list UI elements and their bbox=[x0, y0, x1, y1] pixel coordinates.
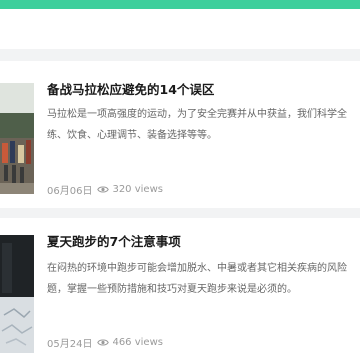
article-title[interactable]: 备战马拉松应避免的14个误区 bbox=[47, 82, 214, 98]
article-excerpt: 在闷热的环境中跑步可能会增加脱水、中暑或者其它相关疾病的风险 题，掌握一些预防措… bbox=[47, 258, 360, 300]
excerpt-line: 题，掌握一些预防措施和技巧对夏天跑步来说是必须的。 bbox=[47, 284, 297, 295]
article-thumbnail[interactable] bbox=[0, 235, 34, 353]
article-views: 466 views bbox=[112, 337, 163, 348]
eye-icon bbox=[97, 338, 110, 347]
excerpt-line: 练、饮食、心理调节、装备选择等等。 bbox=[47, 130, 217, 141]
article-excerpt: 马拉松是一项高强度的运动，为了安全完赛并从中获益，我们科学全 练、饮食、心理调节… bbox=[47, 104, 360, 146]
article-views: 320 views bbox=[112, 184, 163, 195]
accent-bar bbox=[0, 0, 360, 9]
top-bar bbox=[0, 9, 360, 49]
excerpt-line: 马拉松是一项高强度的运动，为了安全完赛并从中获益，我们科学全 bbox=[47, 109, 347, 120]
article-meta: 05月24日 466 views bbox=[47, 335, 163, 350]
article-date: 05月24日 bbox=[47, 339, 93, 350]
page: 备战马拉松应避免的14个误区 马拉松是一项高强度的运动，为了安全完赛并从中获益，… bbox=[0, 0, 360, 360]
article-title[interactable]: 夏天跑步的7个注意事项 bbox=[47, 234, 181, 250]
article-meta: 06月06日 320 views bbox=[47, 182, 163, 197]
article-thumbnail[interactable] bbox=[0, 83, 34, 194]
article-card[interactable]: 备战马拉松应避免的14个误区 马拉松是一项高强度的运动，为了安全完赛并从中获益，… bbox=[0, 61, 360, 208]
eye-icon bbox=[97, 185, 110, 194]
article-date: 06月06日 bbox=[47, 186, 93, 197]
article-card[interactable]: 夏天跑步的7个注意事项 在闷热的环境中跑步可能会增加脱水、中暑或者其它相关疾病的… bbox=[0, 218, 360, 360]
excerpt-line: 在闷热的环境中跑步可能会增加脱水、中暑或者其它相关疾病的风险 bbox=[47, 263, 347, 274]
